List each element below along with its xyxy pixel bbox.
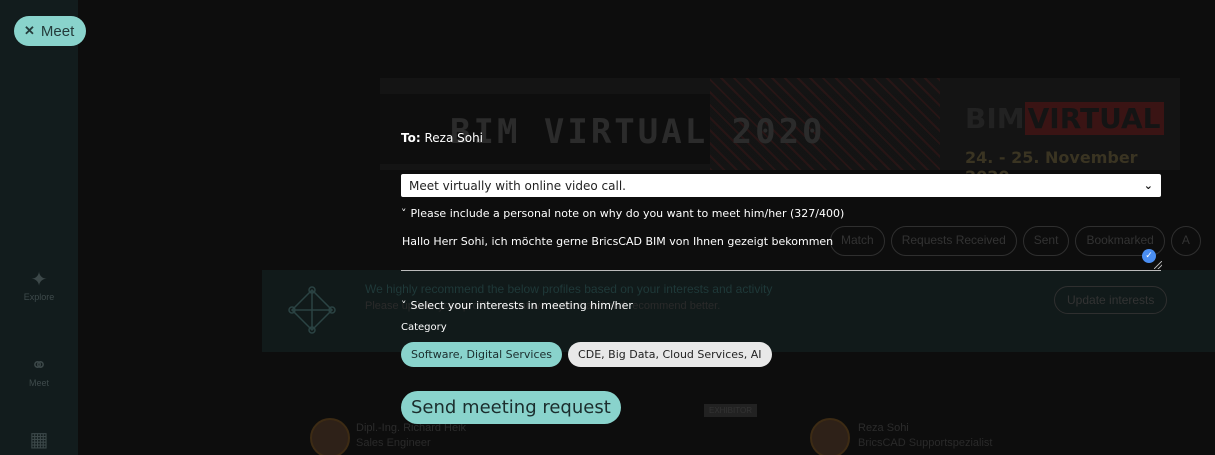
interest-chip-software[interactable]: Software, Digital Services [401,342,563,367]
category-label: Category [401,322,447,333]
note-toggle-label: Please include a personal note on why do… [410,207,845,220]
close-icon: ✕ [24,23,35,38]
handshake-icon: ⚭ [30,355,48,377]
left-rail: ✦ Explore ⚭ Meet ▦ [0,0,78,455]
rail-item-label: Explore [23,292,55,302]
meeting-type-select[interactable]: Meet virtually with online video call. ⌄ [401,174,1161,197]
meet-label: Meet [40,22,75,40]
tab-more[interactable]: A [1170,226,1201,256]
close-meet-button[interactable]: ✕ Meet [14,16,87,46]
personal-note-textarea[interactable]: Hallo Herr Sohi, ich möchte gerne BricsC… [401,229,1161,271]
chevron-down-icon: ˅ [401,299,407,312]
rail-item-calendar[interactable]: ▦ [0,428,78,452]
recipient-name: Reza Sohi [424,131,484,145]
sparkle-icon: ✦ [30,269,48,291]
interest-chip-cde[interactable]: CDE, Big Data, Cloud Services, AI [568,342,772,367]
calendar-icon: ▦ [29,429,49,451]
send-meeting-request-button[interactable]: Send meeting request [401,391,621,424]
note-text: Hallo Herr Sohi, ich möchte gerne BricsC… [402,235,834,248]
rail-item-label: Meet [28,378,49,388]
avatar [310,418,350,455]
network-icon [288,286,336,334]
meeting-type-value: Meet virtually with online video call. [409,178,626,193]
interests-toggle[interactable]: ˅ Select your interests in meeting him/he… [401,299,633,312]
resize-handle-icon[interactable] [1154,261,1162,269]
chevron-down-icon: ˅ [401,207,407,220]
meeting-request-form: To: Reza Sohi Meet virtually with online… [401,0,1162,455]
rail-item-meet[interactable]: ⚭ Meet [0,354,78,388]
chevron-down-icon: ⌄ [1143,179,1153,192]
interests-toggle-label: Select your interests in meeting him/her [410,299,633,312]
recipient-line: To: Reza Sohi [401,131,483,145]
personal-note-toggle[interactable]: ˅ Please include a personal note on why d… [401,207,844,220]
interest-chips: Software, Digital Services CDE, Big Data… [401,342,772,367]
to-prefix: To: [401,131,421,145]
rail-item-explore[interactable]: ✦ Explore [0,268,78,302]
